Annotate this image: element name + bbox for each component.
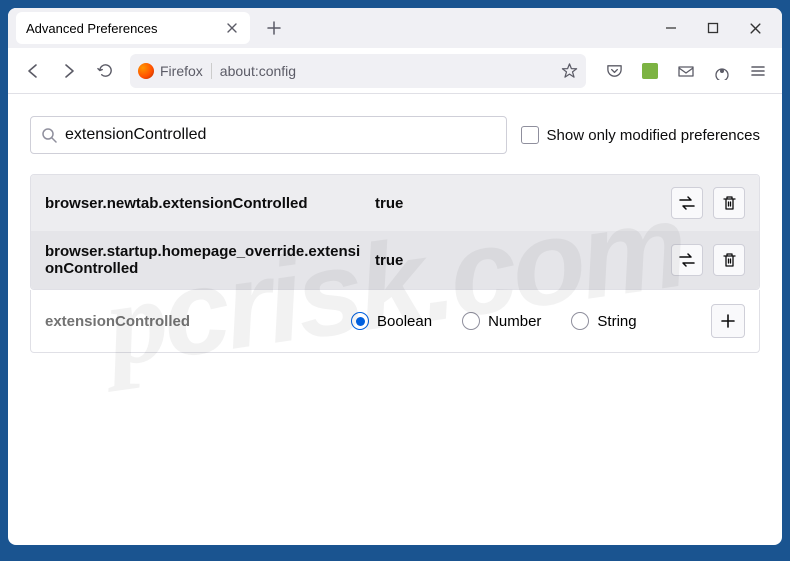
radio-string[interactable]: String: [571, 312, 636, 330]
delete-button[interactable]: [713, 244, 745, 276]
bookmark-star-icon[interactable]: [561, 62, 578, 79]
app-menu-button[interactable]: [742, 55, 774, 87]
close-tab-icon[interactable]: [224, 20, 240, 36]
show-modified-label: Show only modified preferences: [547, 127, 760, 144]
forward-button[interactable]: [52, 54, 86, 88]
reload-button[interactable]: [88, 54, 122, 88]
add-pref-button[interactable]: [711, 304, 745, 338]
firefox-logo-icon: [138, 63, 154, 79]
toggle-button[interactable]: [671, 244, 703, 276]
show-modified-checkbox[interactable]: Show only modified preferences: [521, 126, 760, 144]
radio-label: Boolean: [377, 313, 432, 330]
radio-label: String: [597, 313, 636, 330]
radio-number[interactable]: Number: [462, 312, 541, 330]
new-tab-button[interactable]: [258, 12, 290, 44]
extension-icon[interactable]: [634, 55, 666, 87]
type-radio-group: Boolean Number String: [351, 312, 711, 330]
radio-icon: [462, 312, 480, 330]
inbox-icon[interactable]: [670, 55, 702, 87]
checkbox-icon: [521, 126, 539, 144]
minimize-button[interactable]: [650, 12, 692, 44]
pref-name: browser.startup.homepage_override.extens…: [45, 243, 365, 277]
url-text: about:config: [220, 63, 561, 79]
tab-title: Advanced Preferences: [26, 21, 224, 36]
search-input[interactable]: [65, 126, 496, 144]
titlebar: Advanced Preferences: [8, 8, 782, 48]
tab-advanced-preferences[interactable]: Advanced Preferences: [16, 12, 250, 44]
toggle-button[interactable]: [671, 187, 703, 219]
pref-row[interactable]: browser.startup.homepage_override.extens…: [31, 231, 759, 289]
maximize-button[interactable]: [692, 12, 734, 44]
identity-label: Firefox: [160, 63, 203, 79]
radio-selected-icon: [351, 312, 369, 330]
new-pref-name: extensionControlled: [45, 313, 351, 330]
about-config-content: Show only modified preferences browser.n…: [8, 94, 782, 545]
delete-button[interactable]: [713, 187, 745, 219]
window-controls: [650, 12, 782, 44]
pref-value: true: [365, 252, 671, 269]
pref-name: browser.newtab.extensionControlled: [45, 195, 365, 212]
prefs-table: browser.newtab.extensionControlled true …: [30, 174, 760, 290]
close-window-button[interactable]: [734, 12, 776, 44]
pref-value: true: [365, 195, 671, 212]
back-button[interactable]: [16, 54, 50, 88]
navigation-toolbar: Firefox about:config: [8, 48, 782, 94]
radio-label: Number: [488, 313, 541, 330]
search-box[interactable]: [30, 116, 507, 154]
radio-boolean[interactable]: Boolean: [351, 312, 432, 330]
browser-window: Advanced Preferences: [8, 8, 782, 545]
radio-icon: [571, 312, 589, 330]
url-bar[interactable]: Firefox about:config: [130, 54, 586, 88]
add-pref-section: extensionControlled Boolean Number Strin…: [30, 290, 760, 353]
account-icon[interactable]: [706, 55, 738, 87]
pocket-icon[interactable]: [598, 55, 630, 87]
identity-box[interactable]: Firefox: [138, 63, 212, 79]
search-icon: [41, 127, 57, 143]
pref-row[interactable]: browser.newtab.extensionControlled true: [31, 175, 759, 231]
